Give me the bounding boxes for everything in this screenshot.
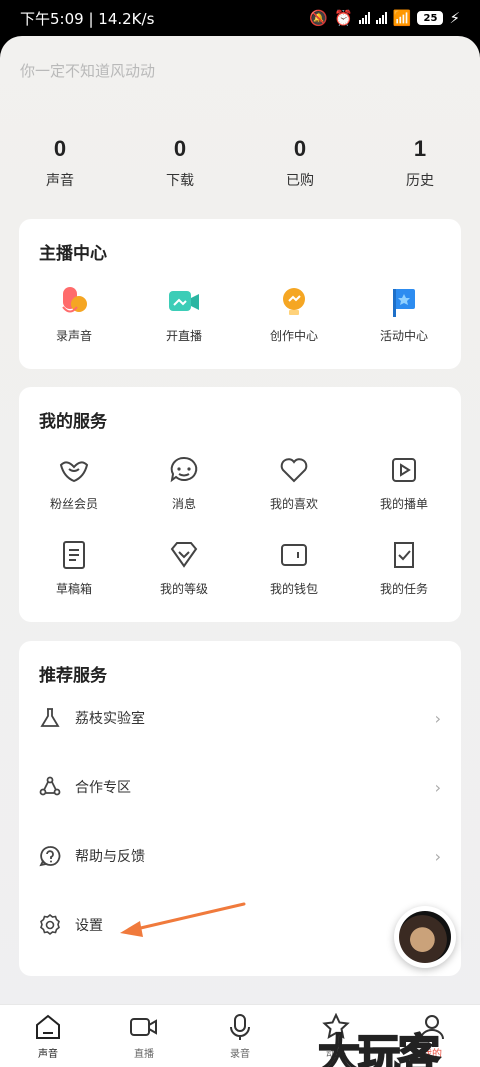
status-time-speed: 下午5:09 | 14.2K/s [20,9,155,28]
row-label: 帮助与反馈 [75,849,145,865]
host-item-label: 活动中心 [379,329,428,343]
chevron-right-icon: › [434,777,441,797]
service-wallet[interactable]: 我的钱包 [239,538,349,597]
service-label: 我的任务 [379,582,428,596]
row-lizhi-lab[interactable]: 荔枝实验室 › [39,703,441,733]
host-center-card: 主播中心 录声音 开直播 创作中心 活动中心 [19,219,461,369]
annotation-arrow [120,902,246,937]
charging-icon: ⚡ [449,9,460,27]
stat-label: 历史 [406,173,434,189]
row-label: 合作专区 [75,780,131,796]
my-services-card: 我的服务 粉丝会员 消息 我的喜欢 我的播单 草稿箱 我的等级 我的钱包 我的任… [19,387,461,622]
floating-player-disc[interactable] [394,906,456,968]
tab-label: 录音 [230,1049,250,1060]
service-drafts[interactable]: 草稿箱 [19,538,129,597]
chevron-right-icon: › [434,846,441,866]
draft-icon [63,541,85,569]
tab-mine[interactable]: 我的 [384,1005,480,1067]
tab-record[interactable]: 录音 [192,1005,288,1067]
service-label: 我的播单 [379,497,428,511]
album-cover [399,911,451,963]
row-label: 荔枝实验室 [75,711,145,727]
stat-number: 0 [173,136,187,161]
stat-number: 0 [53,136,67,161]
stat-number: 0 [293,136,307,161]
recommended-title: 推荐服务 [39,666,107,686]
tab-label: 直播 [134,1049,154,1060]
service-label: 消息 [171,497,196,511]
my-page: 你一定不知道风动动 0 声音 0 下载 0 已购 1 历史 主播中心 录声音 开直播 [0,36,480,1067]
microphone-icon [230,1014,250,1040]
heart-icon [280,458,308,483]
signal-icon [358,12,370,24]
stat-label: 下载 [166,173,194,189]
service-label: 我的钱包 [269,582,318,596]
host-center-title: 主播中心 [39,244,107,264]
my-services-title: 我的服务 [39,412,107,432]
level-icon [170,542,198,568]
tab-label: 声音 [38,1049,58,1060]
profile-signature[interactable]: 你一定不知道风动动 [20,60,155,81]
service-level[interactable]: 我的等级 [129,538,239,597]
service-label: 草稿箱 [55,582,92,596]
service-message[interactable]: 消息 [129,453,239,512]
status-bar: 下午5:09 | 14.2K/s 🔕 ⏰ 📶 25 ⚡ [0,0,480,36]
settings-icon [40,914,60,936]
tab-live[interactable]: 直播 [96,1005,192,1067]
tab-label: 我的 [422,1049,442,1060]
service-fan-member[interactable]: 粉丝会员 [19,453,129,512]
mic-icon [62,287,87,313]
stat-sound[interactable]: 0 声音 [0,136,120,190]
home-icon [36,1014,60,1039]
playlist-icon [392,458,416,482]
chevron-right-icon: › [434,708,441,728]
video-camera-icon [130,1018,157,1036]
battery-icon: 25 [417,11,444,25]
service-label: 粉丝会员 [49,497,98,511]
help-icon [39,846,61,867]
mute-icon: 🔕 [309,9,329,27]
cooperation-icon [39,776,61,796]
service-label: 我的喜欢 [269,497,318,511]
service-playlist[interactable]: 我的播单 [349,453,459,512]
wifi-icon: 📶 [392,9,412,27]
stat-number: 1 [413,136,427,161]
row-help-feedback[interactable]: 帮助与反馈 › [39,841,441,871]
stat-purchased[interactable]: 0 已购 [240,136,360,190]
wallet-icon [281,544,307,566]
service-label: 我的等级 [159,582,208,596]
tab-label: 动态 [326,1049,346,1060]
stat-label: 已购 [286,173,314,189]
flask-icon [40,708,60,727]
host-item-live[interactable]: 开直播 [129,285,239,344]
host-item-label: 创作中心 [269,329,318,343]
host-item-label: 录声音 [55,329,92,343]
profile-icon [420,1015,444,1040]
host-item-activity[interactable]: 活动中心 [349,285,459,344]
stat-label: 声音 [46,173,74,189]
lightbulb-icon [283,288,305,315]
tab-sound[interactable]: 声音 [0,1005,96,1067]
stat-history[interactable]: 1 历史 [360,136,480,190]
service-likes[interactable]: 我的喜欢 [239,453,349,512]
message-icon [170,456,198,483]
bottom-tab-bar: 声音 直播 录音 动态 我的 [0,1004,480,1067]
tab-dynamic[interactable]: 动态 [288,1005,384,1067]
stat-download[interactable]: 0 下载 [120,136,240,190]
task-icon [394,542,414,568]
star-icon [322,1013,350,1039]
host-item-creation[interactable]: 创作中心 [239,285,349,344]
signal-icon-2 [375,12,387,24]
live-camera-icon [169,291,199,311]
host-item-label: 开直播 [165,329,202,343]
stats-row: 0 声音 0 下载 0 已购 1 历史 [0,136,480,190]
host-item-record[interactable]: 录声音 [19,285,129,344]
alarm-icon: ⏰ [334,9,353,27]
fan-member-icon [59,461,89,483]
service-tasks[interactable]: 我的任务 [349,538,459,597]
flag-icon [393,289,415,317]
row-cooperation[interactable]: 合作专区 › [39,772,441,802]
